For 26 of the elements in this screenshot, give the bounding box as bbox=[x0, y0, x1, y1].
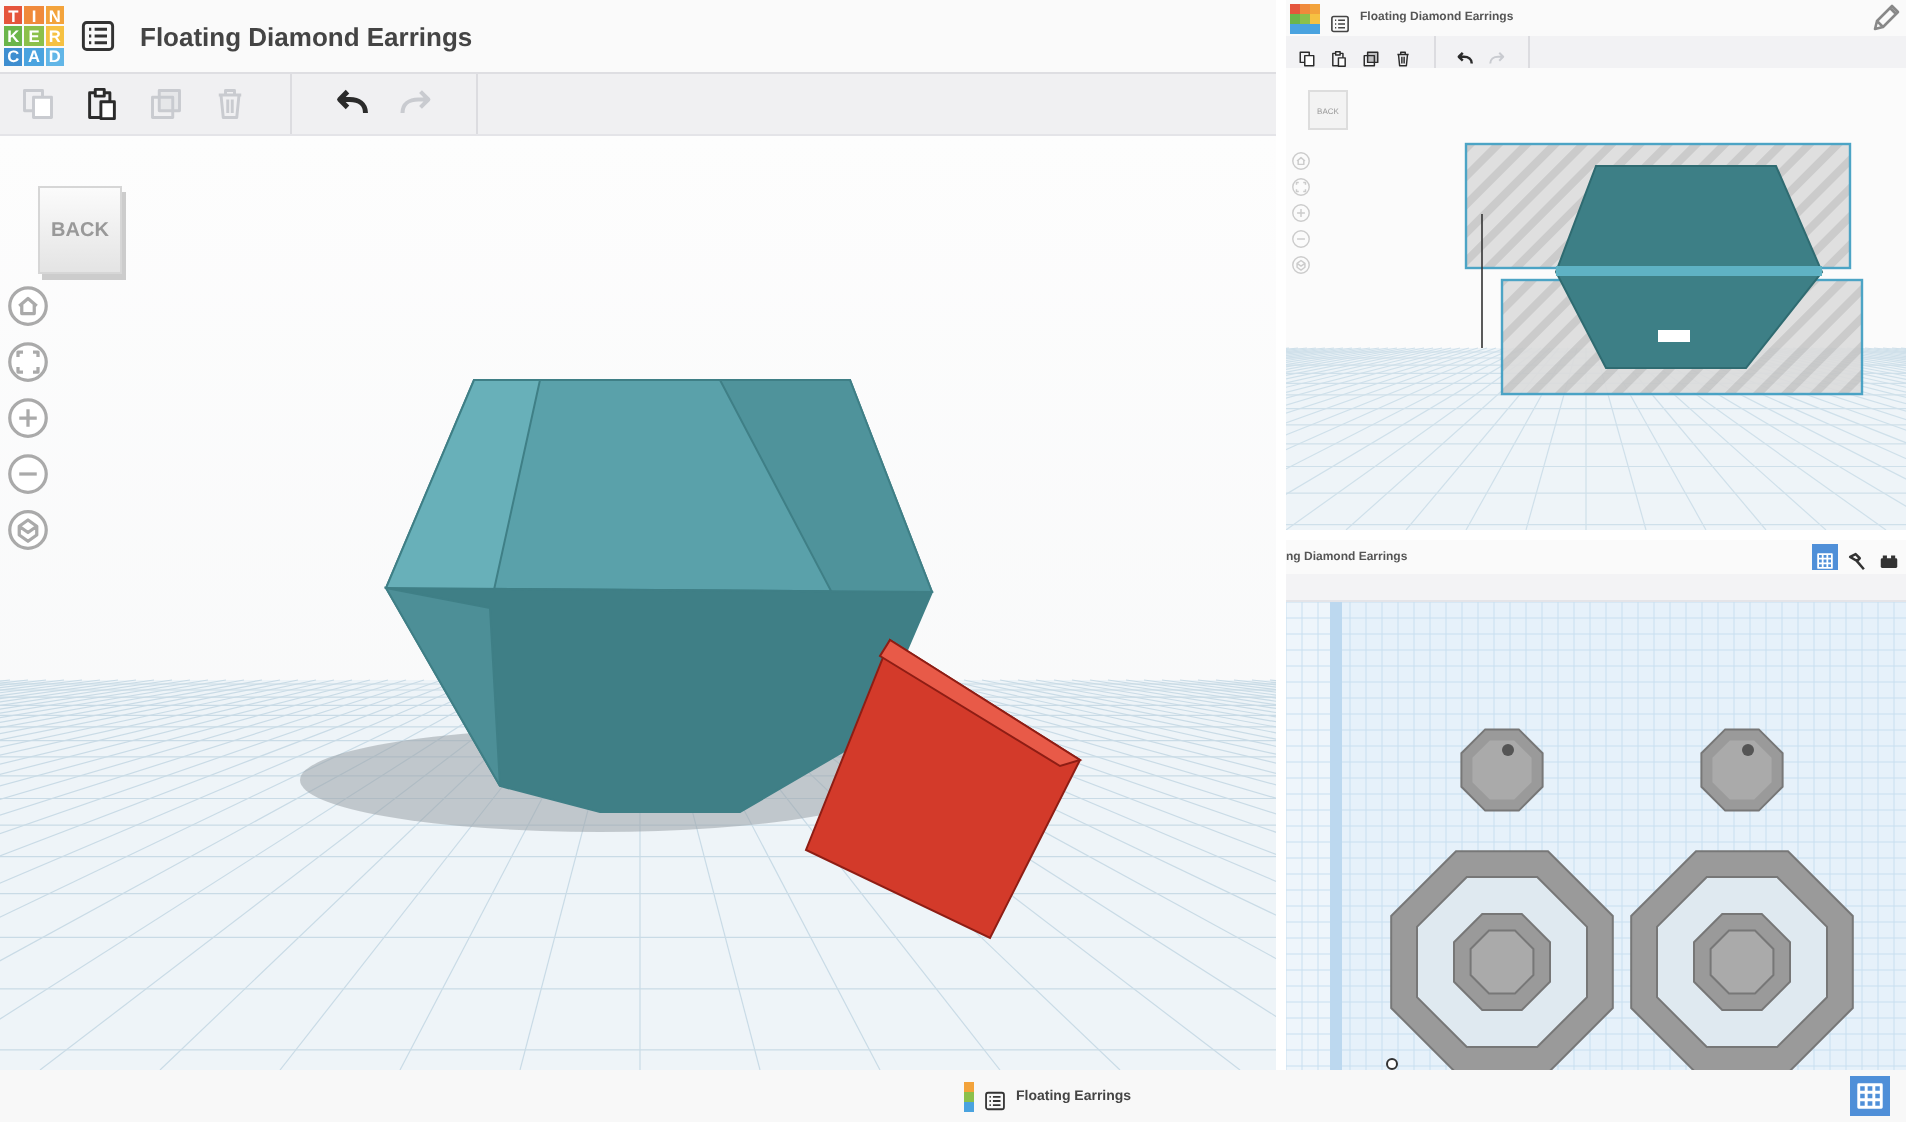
back-view-cube[interactable]: BACK bbox=[38, 186, 122, 274]
fit-view-icon[interactable] bbox=[8, 342, 48, 382]
project-title: Floating Diamond Earrings bbox=[140, 21, 473, 51]
logo-letter: I bbox=[24, 6, 44, 25]
scene-drawing[interactable] bbox=[1464, 142, 1864, 396]
logo-icon bbox=[964, 1079, 974, 1113]
gem-shape[interactable] bbox=[384, 379, 934, 813]
list-icon[interactable] bbox=[80, 18, 116, 54]
pencil-icon[interactable] bbox=[1870, 2, 1902, 34]
logo-letter: T bbox=[4, 6, 23, 25]
logo-letter: A bbox=[24, 47, 44, 66]
cube-icon[interactable] bbox=[8, 510, 48, 550]
logo-icon bbox=[1290, 3, 1320, 33]
paste-icon[interactable] bbox=[84, 86, 120, 122]
earring-rings-drawing[interactable] bbox=[1390, 728, 1854, 1070]
zoom-in-icon[interactable] bbox=[8, 398, 48, 438]
box-shape[interactable] bbox=[804, 638, 1083, 940]
grid-icon[interactable] bbox=[1850, 1076, 1890, 1116]
logo-letter: N bbox=[45, 6, 64, 25]
home-icon[interactable] bbox=[8, 286, 48, 326]
logo-letter: C bbox=[4, 47, 23, 66]
logo-letter: E bbox=[24, 26, 44, 46]
logo-letter: K bbox=[4, 26, 23, 46]
logo-letter: R bbox=[45, 26, 64, 46]
logo-letter: D bbox=[45, 47, 64, 66]
zoom-out-icon[interactable] bbox=[8, 454, 48, 494]
